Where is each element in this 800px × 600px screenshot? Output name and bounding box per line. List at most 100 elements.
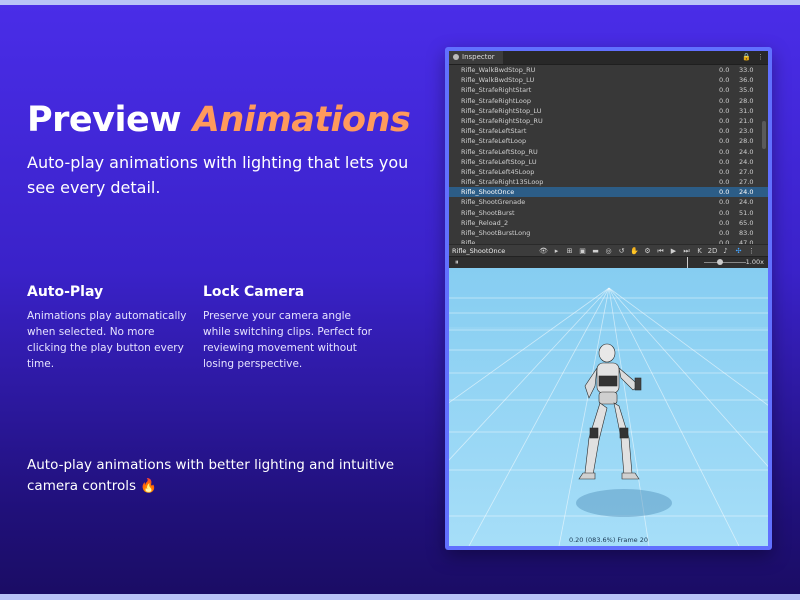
clip-start: 0.0 <box>719 188 730 197</box>
clip-end: 36.0 <box>739 76 754 85</box>
clip-name: Rifle_ShootBurst <box>461 208 515 217</box>
clip-end: 24.0 <box>739 147 754 156</box>
clip-end: 28.0 <box>739 96 754 105</box>
feature-title: Auto-Play <box>27 284 104 300</box>
clip-row[interactable]: Rifle_StrafeRightStop_RU 0.0 21.0 <box>449 116 768 126</box>
clip-row[interactable]: Rifle_ShootBurst 0.0 51.0 <box>449 208 768 218</box>
clip-end: 33.0 <box>739 66 754 74</box>
clip-row[interactable]: Rifle_WalkBwdStop_LU 0.0 36.0 <box>449 75 768 85</box>
feature-auto-play: Auto-Play Animations play automatically … <box>27 284 197 372</box>
viewport-scene <box>449 268 768 546</box>
clip-end: 23.0 <box>739 127 754 136</box>
title-accent: Animations <box>192 100 411 140</box>
inspector-panel-frame: Inspector 🔒 ⋮ Rifle_WalkBwdStop_RU 0.0 33.… <box>445 47 772 550</box>
clip-start: 0.0 <box>719 106 730 115</box>
clip-name: Rifle_StrafeLeftLoop <box>461 137 527 146</box>
clip-name: Rifle_WalkBwdStop_LU <box>461 76 535 85</box>
clip-start: 0.0 <box>719 116 730 125</box>
timeline-marker[interactable] <box>687 257 688 268</box>
clip-name: Rifle_ShootOnce <box>461 188 515 197</box>
clip-end: 31.0 <box>739 106 754 115</box>
top-strip <box>0 0 800 5</box>
clip-row[interactable]: Rifle_StrafeRightStop_LU 0.0 31.0 <box>449 106 768 116</box>
clip-name: Rifle_StrafeLeft45Loop <box>461 167 535 176</box>
clip-name: Rifle_StrafeRightStart <box>461 86 532 95</box>
clip-start: 0.0 <box>719 167 730 176</box>
clip-start: 0.0 <box>719 66 730 74</box>
clip-end: 24.0 <box>739 157 754 166</box>
character-shadow <box>576 489 672 517</box>
clip-name: Rifle_ShootBurstLong <box>461 229 531 237</box>
clip-name: Rifle_StrafeRightLoop <box>461 96 531 105</box>
clip-row[interactable]: Rifle_ShootOnce 0.0 24.0 <box>449 187 768 198</box>
clip-row[interactable]: Rifle_ShootGrenade 0.0 24.0 <box>449 197 768 207</box>
clip-row[interactable]: Rifle_StrafeRight135Loop 0.0 27.0 <box>449 177 768 187</box>
clip-row[interactable]: Rifle_StrafeLeftStop_RU 0.0 24.0 <box>449 147 768 157</box>
clip-end: 27.0 <box>739 167 754 176</box>
clip-row[interactable]: Rifle_StrafeRightStart 0.0 35.0 <box>449 85 768 95</box>
pause-icon[interactable]: ⏸ <box>455 258 459 267</box>
lock-icon[interactable]: 🔒 <box>742 53 751 61</box>
page-subtitle: Auto-play animations with lighting that … <box>27 153 409 197</box>
speed-slider[interactable] <box>704 262 746 263</box>
tab-inspector[interactable]: Inspector <box>449 51 503 64</box>
clip-end: 24.0 <box>739 188 754 197</box>
clip-row[interactable]: Rifle_StrafeLeft45Loop 0.0 27.0 <box>449 167 768 177</box>
tab-label: Inspector <box>462 53 495 61</box>
clip-row[interactable]: Rifle_StrafeLeftLoop 0.0 28.0 <box>449 136 768 146</box>
clip-row[interactable]: Rifle_StrafeLeftStop_LU 0.0 24.0 <box>449 157 768 167</box>
playback-bar: ⏸ 1.00x <box>449 256 768 268</box>
menu-icon[interactable]: ⋮ <box>757 53 764 61</box>
feature-text: Animations play automatically when selec… <box>27 310 187 370</box>
clip-name: Rifle_StrafeLeftStart <box>461 127 527 136</box>
clip-name: Rifle_StrafeRightStop_LU <box>461 106 542 115</box>
clip-end: 21.0 <box>739 116 754 125</box>
clip-row[interactable]: Rifle_StrafeRightLoop 0.0 28.0 <box>449 96 768 106</box>
clip-end: 65.0 <box>739 218 754 227</box>
tab-actions: 🔒 ⋮ <box>738 51 764 64</box>
clip-row[interactable]: Rifle_StrafeLeftStart 0.0 23.0 <box>449 126 768 136</box>
clip-name: Rifle_Reload_2 <box>461 218 509 227</box>
clip-name: Rifle_WalkBwdStop_RU <box>461 66 536 74</box>
bottom-strip <box>0 594 800 600</box>
feature-lock-camera: Lock Camera Preserve your camera angle w… <box>203 284 373 372</box>
feature-title: Lock Camera <box>203 284 305 300</box>
clip-start: 0.0 <box>719 229 730 237</box>
clip-end: 28.0 <box>739 137 754 146</box>
speed-value: 1.00x <box>745 258 764 266</box>
clip-start: 0.0 <box>719 96 730 105</box>
clip-end: 27.0 <box>739 178 754 187</box>
clip-start: 0.0 <box>719 127 730 136</box>
clip-name: Rifle_StrafeRightStop_RU <box>461 116 543 125</box>
clip-end: 24.0 <box>739 198 754 207</box>
clip-end: 35.0 <box>739 86 754 95</box>
clip-name: Rifle_StrafeLeftStop_RU <box>461 147 538 156</box>
speed-slider-knob[interactable] <box>717 259 723 265</box>
title-plain: Preview <box>27 100 182 140</box>
clip-start: 0.0 <box>719 137 730 146</box>
clip-start: 0.0 <box>719 76 730 85</box>
preview-viewport[interactable]: 0.20 (083.6%) Frame 20 <box>449 268 768 546</box>
page-title: Preview Animations <box>27 100 411 140</box>
clip-name: Rifle_ShootGrenade <box>461 198 526 207</box>
inspector-tabbar: Inspector 🔒 ⋮ <box>449 51 768 65</box>
clip-start: 0.0 <box>719 147 730 156</box>
clip-start: 0.0 <box>719 198 730 207</box>
clip-start: 0.0 <box>719 208 730 217</box>
clip-start: 0.0 <box>719 157 730 166</box>
footer-caption: Auto-play animations with better lightin… <box>27 457 395 494</box>
clip-row[interactable]: Rifle_ShootBurstLong 0.0 83.0 <box>449 228 768 238</box>
clip-start: 0.0 <box>719 178 730 187</box>
clip-list: Rifle_WalkBwdStop_RU 0.0 33.0 Rifle_WalkBwd… <box>449 65 768 244</box>
clip-list-scrollbar[interactable] <box>762 121 766 149</box>
footer-text: Auto-play animations with better lightin… <box>27 455 427 497</box>
inspector-window: Inspector 🔒 ⋮ Rifle_WalkBwdStop_RU 0.0 33.… <box>449 51 768 546</box>
clip-name: Rifle_StrafeRight135Loop <box>461 178 544 187</box>
clip-row[interactable]: Rifle_Reload_2 0.0 65.0 <box>449 218 768 228</box>
fire-icon: 🔥 <box>140 478 158 494</box>
clip-name: Rifle_StrafeLeftStop_LU <box>461 157 537 166</box>
info-icon <box>453 54 459 60</box>
clip-start: 0.0 <box>719 86 730 95</box>
clip-end: 51.0 <box>739 208 754 217</box>
clip-row[interactable]: Rifle_WalkBwdStop_RU 0.0 33.0 <box>449 65 768 75</box>
